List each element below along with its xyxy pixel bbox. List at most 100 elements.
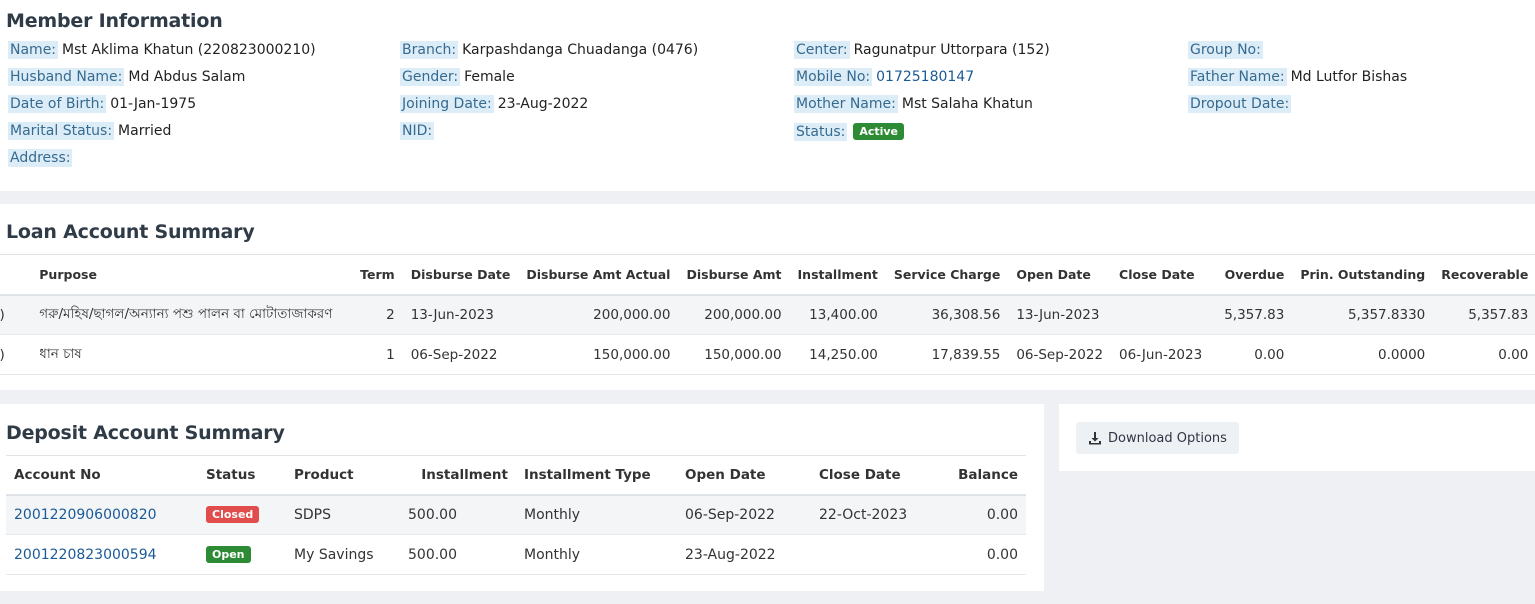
loan-header-term: Term <box>352 254 403 296</box>
nid-field: NID: <box>400 122 438 140</box>
member-info-row: Husband Name: Md Abdus Salam Gender: Femal… <box>6 68 1529 96</box>
loan-header-disburse-date: Disburse Date <box>402 254 519 296</box>
member-info-row: Name: Mst Aklima Khatun (220823000210) Br… <box>6 41 1529 69</box>
deposit-header-account-no: Account No <box>6 455 198 496</box>
joining-date-label: Joining Date: <box>400 95 494 113</box>
deposit-table-row: 2001220823000594 Open My Savings 500.00 … <box>6 534 1026 575</box>
loan-cell-prin-outstanding: 5,357.8330 <box>1292 294 1434 335</box>
group-no-value <box>1263 42 1267 58</box>
group-no-field: Group No: <box>1188 41 1267 59</box>
member-information-panel: Member Information Name: Mst Aklima Khatu… <box>0 0 1535 191</box>
marital-status-label: Marital Status: <box>8 122 115 140</box>
download-options-button[interactable]: Download Options <box>1076 422 1239 454</box>
closed-status-badge: Closed <box>206 506 260 524</box>
loan-cell-disburse-date: 06-Sep-2022 <box>402 334 519 375</box>
loan-cell-disburse-amt-actual: 200,000.00 <box>518 294 679 335</box>
deposit-cell-product: SDPS <box>286 494 400 535</box>
address-value <box>72 150 76 166</box>
deposit-table-header-row: Account No Status Product Installment In… <box>6 455 1026 496</box>
loan-header-disburse-amt-actual: Disburse Amt Actual <box>518 254 679 296</box>
deposit-cell-open-date: 06-Sep-2022 <box>677 494 811 535</box>
mobile-no-field: Mobile No: 01725180147 <box>794 68 974 86</box>
dropout-date-field: Dropout Date: <box>1188 95 1295 113</box>
loan-header-open-date: Open Date <box>1008 254 1112 296</box>
mobile-no-label: Mobile No: <box>794 68 873 86</box>
deposit-cell-product: My Savings <box>286 534 400 575</box>
loan-cell-prin-outstanding: 0.0000 <box>1292 334 1434 375</box>
deposit-header-product: Product <box>286 455 400 496</box>
dropout-date-value <box>1291 96 1295 112</box>
loan-cell-installment: 13,400.00 <box>789 294 886 335</box>
deposit-cell-status: Closed <box>198 494 286 535</box>
loan-cell-close-date: 06-Jun-2023 <box>1111 334 1214 375</box>
group-no-label: Group No: <box>1188 41 1263 59</box>
deposit-cell-account-no[interactable]: 2001220823000594 <box>6 534 198 575</box>
deposit-cell-installment-type: Monthly <box>516 534 677 575</box>
mother-name-label: Mother Name: <box>794 95 898 113</box>
gender-field: Gender: Female <box>400 68 515 86</box>
date-of-birth-value: 01-Jan-1975 <box>110 96 197 112</box>
marital-status-field: Marital Status: Married <box>8 122 171 140</box>
deposit-cell-balance: 0.00 <box>931 494 1026 535</box>
account-no-link[interactable]: 2001220906000820 <box>14 507 157 523</box>
deposit-cell-account-no[interactable]: 2001220906000820 <box>6 494 198 535</box>
loan-summary-title: Loan Account Summary <box>6 221 255 243</box>
member-info-row: Address: <box>6 149 1529 177</box>
download-options-panel: Download Options <box>1059 404 1535 471</box>
joining-date-field: Joining Date: 23-Aug-2022 <box>400 95 588 113</box>
mother-name-value: Mst Salaha Khatun <box>901 96 1033 112</box>
loan-cell-installment: 14,250.00 <box>789 334 886 375</box>
loan-cell-close-date <box>1111 294 1214 335</box>
address-label: Address: <box>8 149 73 167</box>
mobile-no-link[interactable]: 01725180147 <box>872 69 974 85</box>
center-value: Ragunatpur Uttorpara (152) <box>853 42 1050 58</box>
deposit-header-installment: Installment <box>400 455 516 496</box>
loan-cell-disburse-amt-actual: 150,000.00 <box>518 334 679 375</box>
download-options-label: Download Options <box>1108 430 1227 446</box>
loan-table: Purpose Term Disburse Date Disburse Amt … <box>0 254 1535 375</box>
branch-value: Karpashdanga Chuadanga (0476) <box>462 42 699 58</box>
loan-cell-purpose: ধান চাষ <box>31 334 353 375</box>
member-info-row: Marital Status: Married NID: Status: Activ… <box>6 122 1529 150</box>
deposit-cell-open-date: 23-Aug-2022 <box>677 534 811 575</box>
status-field: Status: Active <box>794 123 905 141</box>
loan-cell-service-charge: 36,308.56 <box>885 294 1009 335</box>
loan-header-recoverable: Recoverable <box>1433 254 1535 296</box>
loan-header-service-charge: Service Charge <box>885 254 1009 296</box>
deposit-header-close-date: Close Date <box>811 455 931 496</box>
loan-header-close-date: Close Date <box>1111 254 1214 296</box>
account-no-link[interactable]: 2001220823000594 <box>14 547 157 563</box>
gender-label: Gender: <box>400 68 461 86</box>
deposit-header-status: Status <box>198 455 286 496</box>
branch-field: Branch: Karpashdanga Chuadanga (0476) <box>400 41 699 59</box>
deposit-table-row: 2001220906000820 Closed SDPS 500.00 Mont… <box>6 494 1026 535</box>
loan-cell-disburse-date: 13-Jun-2023 <box>402 294 519 335</box>
dropout-date-label: Dropout Date: <box>1188 95 1292 113</box>
member-info-grid: Name: Mst Aklima Khatun (220823000210) Br… <box>6 41 1529 177</box>
name-field: Name: Mst Aklima Khatun (220823000210) <box>8 41 316 59</box>
loan-cell-open-date: 13-Jun-2023 <box>1008 294 1112 335</box>
loan-table-scroll-container[interactable]: Purpose Term Disburse Date Disburse Amt … <box>0 254 1535 386</box>
loan-cell-overdue: 5,357.83 <box>1213 294 1293 335</box>
loan-cell-account: 001002) <box>0 334 32 375</box>
loan-cell-open-date: 06-Sep-2022 <box>1008 334 1112 375</box>
father-name-value: Md Lutfor Bishas <box>1290 69 1408 85</box>
loan-header-disburse-amt: Disburse Amt <box>678 254 790 296</box>
open-status-badge: Open <box>206 546 251 563</box>
name-value: Mst Aklima Khatun (220823000210) <box>62 42 316 58</box>
loan-table-header-row: Purpose Term Disburse Date Disburse Amt … <box>0 254 1535 296</box>
husband-name-field: Husband Name: Md Abdus Salam <box>8 68 246 86</box>
status-badge: Active <box>853 123 905 140</box>
name-label: Name: <box>8 41 59 59</box>
mother-name-field: Mother Name: Mst Salaha Khatun <box>794 95 1033 113</box>
loan-cell-disburse-amt: 150,000.00 <box>678 334 790 375</box>
loan-cell-recoverable: 0.00 <box>1433 334 1535 375</box>
loan-cell-recoverable: 5,357.83 <box>1433 294 1535 335</box>
husband-name-value: Md Abdus Salam <box>128 69 246 85</box>
gender-value: Female <box>464 69 515 85</box>
loan-cell-purpose: গরু/মহিষ/ছাগল/অন্যান্য পশু পালন বা মোটাত… <box>31 294 353 335</box>
deposit-cell-close-date: 22-Oct-2023 <box>811 494 931 535</box>
loan-header-installment: Installment <box>789 254 886 296</box>
deposit-table: Account No Status Product Installment In… <box>6 455 1026 575</box>
loan-header-prin-outstanding: Prin. Outstanding <box>1292 254 1434 296</box>
